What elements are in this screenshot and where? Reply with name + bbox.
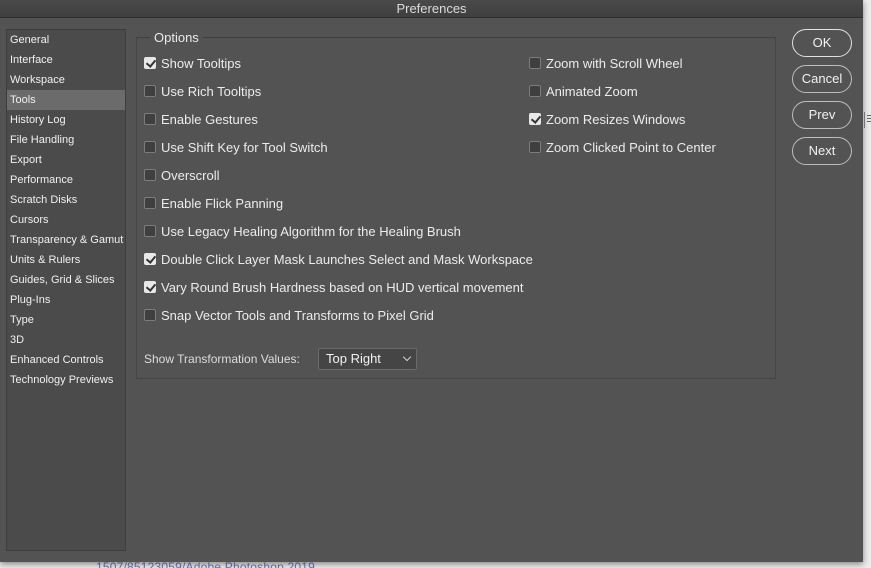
checkbox-checked[interactable] bbox=[144, 57, 156, 69]
cancel-button[interactable]: Cancel bbox=[792, 65, 852, 93]
resize-grip-icon[interactable] bbox=[864, 112, 871, 128]
next-button[interactable]: Next bbox=[792, 137, 852, 165]
sidebar-item-technology-previews[interactable]: Technology Previews bbox=[7, 370, 125, 390]
option-row[interactable]: Use Legacy Healing Algorithm for the Hea… bbox=[144, 222, 461, 240]
option-row[interactable]: Snap Vector Tools and Transforms to Pixe… bbox=[144, 306, 434, 324]
prev-button[interactable]: Prev bbox=[792, 101, 852, 129]
sidebar-item-performance[interactable]: Performance bbox=[7, 170, 125, 190]
ok-button[interactable]: OK bbox=[792, 29, 852, 57]
option-label: Use Rich Tooltips bbox=[161, 83, 262, 99]
sidebar-item-transparency-gamut[interactable]: Transparency & Gamut bbox=[7, 230, 125, 250]
option-row[interactable]: Use Rich Tooltips bbox=[144, 82, 261, 100]
option-label: Double Click Layer Mask Launches Select … bbox=[161, 251, 533, 267]
sidebar-item-scratch-disks[interactable]: Scratch Disks bbox=[7, 190, 125, 210]
option-row[interactable]: Vary Round Brush Hardness based on HUD v… bbox=[144, 278, 523, 296]
sidebar-item-guides-grid-slices[interactable]: Guides, Grid & Slices bbox=[7, 270, 125, 290]
checkbox-unchecked[interactable] bbox=[529, 141, 541, 153]
option-label: Zoom Clicked Point to Center bbox=[546, 139, 716, 155]
checkbox-unchecked[interactable] bbox=[144, 225, 156, 237]
checkbox-unchecked[interactable] bbox=[529, 57, 541, 69]
option-row[interactable]: Use Shift Key for Tool Switch bbox=[144, 138, 328, 156]
option-label: Use Legacy Healing Algorithm for the Hea… bbox=[161, 223, 461, 239]
option-row[interactable]: Zoom Resizes Windows bbox=[529, 110, 685, 128]
sidebar-item-history-log[interactable]: History Log bbox=[7, 110, 125, 130]
transformation-values-value: Top Right bbox=[326, 351, 381, 366]
sidebar-item-cursors[interactable]: Cursors bbox=[7, 210, 125, 230]
option-row[interactable]: Show Tooltips bbox=[144, 54, 241, 72]
checkbox-unchecked[interactable] bbox=[144, 85, 156, 97]
sidebar-item-general[interactable]: General bbox=[7, 30, 125, 50]
transformation-values-label: Show Transformation Values: bbox=[144, 352, 300, 366]
sidebar-item-type[interactable]: Type bbox=[7, 310, 125, 330]
option-row[interactable]: Double Click Layer Mask Launches Select … bbox=[144, 250, 533, 268]
option-label: Enable Gestures bbox=[161, 111, 258, 127]
sidebar-item-export[interactable]: Export bbox=[7, 150, 125, 170]
checkbox-checked[interactable] bbox=[144, 253, 156, 265]
checkbox-checked[interactable] bbox=[529, 113, 541, 125]
sidebar-item-plug-ins[interactable]: Plug-Ins bbox=[7, 290, 125, 310]
checkbox-unchecked[interactable] bbox=[144, 197, 156, 209]
preferences-dialog: Preferences General Interface Workspace Too… bbox=[0, 0, 863, 562]
option-label: Zoom Resizes Windows bbox=[546, 111, 686, 127]
sidebar-item-enhanced-controls[interactable]: Enhanced Controls bbox=[7, 350, 125, 370]
option-label: Animated Zoom bbox=[546, 83, 638, 99]
checkbox-checked[interactable] bbox=[144, 281, 156, 293]
sidebar-item-workspace[interactable]: Workspace bbox=[7, 70, 125, 90]
option-label: Zoom with Scroll Wheel bbox=[546, 55, 683, 71]
checkbox-unchecked[interactable] bbox=[144, 309, 156, 321]
category-list: General Interface Workspace Tools History Lo… bbox=[6, 29, 126, 551]
option-row[interactable]: Animated Zoom bbox=[529, 82, 638, 100]
sidebar-item-3d[interactable]: 3D bbox=[7, 330, 125, 350]
options-legend: Options bbox=[150, 30, 203, 45]
option-row[interactable]: Overscroll bbox=[144, 166, 220, 184]
option-label: Overscroll bbox=[161, 167, 220, 183]
checkbox-unchecked[interactable] bbox=[529, 85, 541, 97]
sidebar-item-file-handling[interactable]: File Handling bbox=[7, 130, 125, 150]
checkbox-unchecked[interactable] bbox=[144, 169, 156, 181]
option-label: Use Shift Key for Tool Switch bbox=[161, 139, 328, 155]
transformation-values-select[interactable]: Top Right bbox=[318, 348, 417, 370]
checkbox-unchecked[interactable] bbox=[144, 141, 156, 153]
sidebar-item-tools[interactable]: Tools bbox=[7, 90, 125, 110]
option-row[interactable]: Zoom Clicked Point to Center bbox=[529, 138, 716, 156]
sidebar-item-interface[interactable]: Interface bbox=[7, 50, 125, 70]
checkbox-unchecked[interactable] bbox=[144, 113, 156, 125]
option-label: Snap Vector Tools and Transforms to Pixe… bbox=[161, 307, 434, 323]
chevron-down-icon bbox=[402, 352, 412, 362]
option-label: Show Tooltips bbox=[161, 55, 241, 71]
option-label: Enable Flick Panning bbox=[161, 195, 284, 211]
option-row[interactable]: Zoom with Scroll Wheel bbox=[529, 54, 683, 72]
option-row[interactable]: Enable Flick Panning bbox=[144, 194, 283, 212]
sidebar-item-units-rulers[interactable]: Units & Rulers bbox=[7, 250, 125, 270]
dialog-title: Preferences bbox=[0, 0, 863, 18]
option-row[interactable]: Enable Gestures bbox=[144, 110, 258, 128]
option-label: Vary Round Brush Hardness based on HUD v… bbox=[161, 279, 524, 295]
